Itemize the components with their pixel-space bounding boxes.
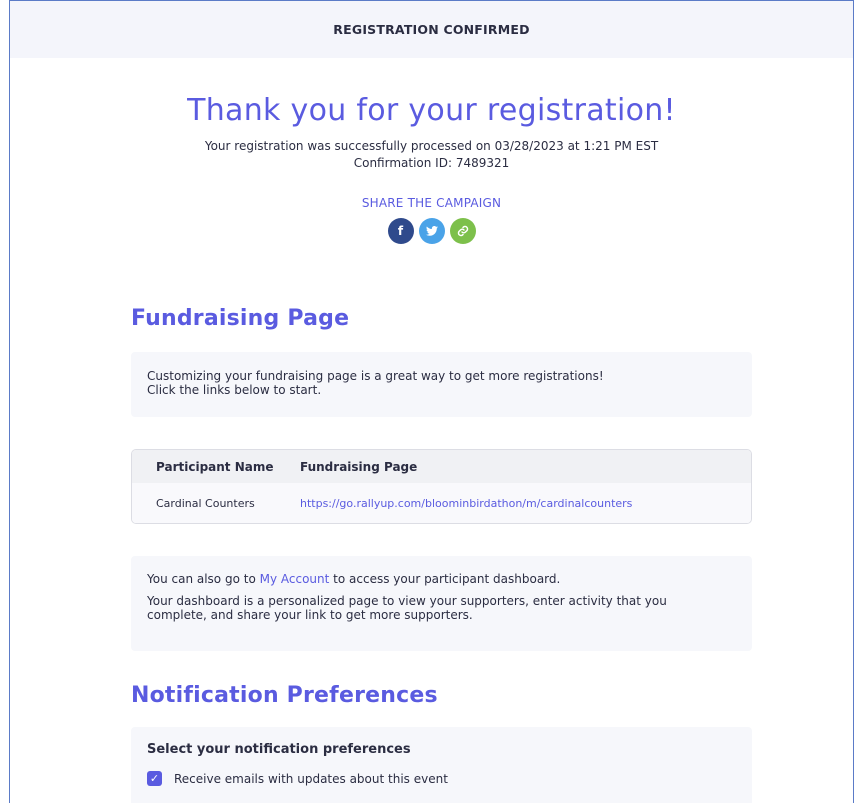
table-header: Participant Name Fundraising Page	[132, 450, 751, 483]
processed-text: Your registration was successfully proce…	[204, 139, 659, 153]
dashboard-line-1: Your dashboard is a personalized page to…	[147, 594, 667, 608]
confirmation-page: REGISTRATION CONFIRMED Thank you for you…	[9, 0, 854, 803]
participant-name-cell: Cardinal Counters	[156, 496, 255, 510]
notification-section: Notification Preferences	[131, 683, 752, 708]
page-header: REGISTRATION CONFIRMED	[10, 1, 853, 58]
confirmation-id: Confirmation ID: 7489321	[353, 156, 510, 170]
intro-line-2: Click the links below to start.	[147, 383, 322, 397]
hero: Thank you for your registration! Your re…	[10, 93, 853, 244]
fundraising-intro-panel: Customizing your fundraising page is a g…	[131, 352, 752, 417]
account-suffix: to access your participant dashboard.	[329, 572, 561, 586]
link-icon[interactable]	[449, 218, 476, 244]
fundraising-section: Fundraising Page	[131, 306, 752, 331]
fundraising-title: Fundraising Page	[131, 306, 350, 331]
share-label: SHARE THE CAMPAIGN	[361, 196, 502, 210]
thank-you-heading: Thank you for your registration!	[187, 93, 676, 128]
my-account-link[interactable]: My Account	[260, 572, 330, 586]
checkbox-checked[interactable]: ✓	[147, 771, 162, 786]
table-row: Cardinal Counters https://go.rallyup.com…	[132, 483, 751, 523]
account-prefix: You can also go to	[147, 572, 260, 586]
intro-line-1: Customizing your fundraising page is a g…	[147, 369, 604, 383]
notification-title: Notification Preferences	[131, 683, 438, 708]
email-updates-option[interactable]: ✓ Receive emails with updates about this…	[147, 771, 736, 786]
dashboard-line-2: complete, and share your link to get mor…	[147, 608, 473, 622]
notification-panel: Select your notification preferences ✓ R…	[131, 727, 752, 803]
header-title: REGISTRATION CONFIRMED	[333, 22, 530, 37]
facebook-icon[interactable]: f	[387, 218, 414, 244]
twitter-icon[interactable]	[418, 218, 445, 244]
fundraising-page-link[interactable]: https://go.rallyup.com/bloominbirdathon/…	[300, 497, 632, 510]
column-fundraising-page: Fundraising Page	[300, 459, 418, 474]
email-updates-label: Receive emails with updates about this e…	[174, 771, 448, 786]
fundraising-table: Participant Name Fundraising Page Cardin…	[131, 449, 752, 524]
account-panel: You can also go to My Account to access …	[131, 556, 752, 651]
notification-subtitle: Select your notification preferences	[147, 742, 411, 757]
column-participant-name: Participant Name	[156, 459, 274, 474]
share-icons: f	[10, 218, 853, 244]
